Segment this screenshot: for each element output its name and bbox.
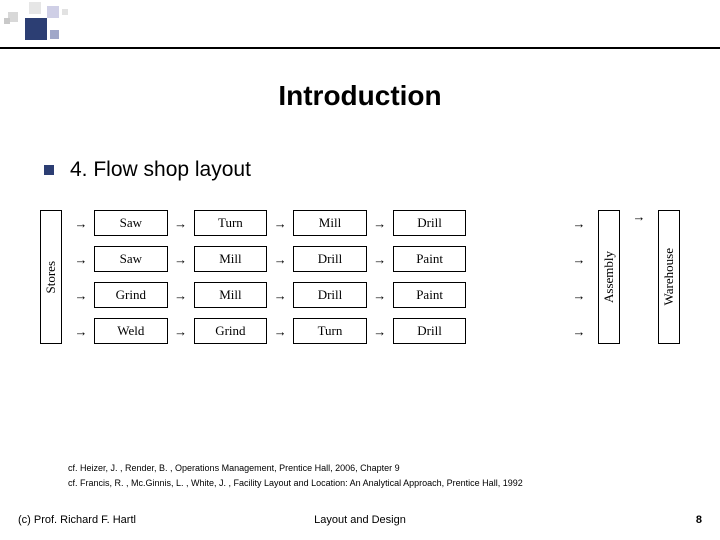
footer: (c) Prof. Richard F. Hartl Layout and De… [0,514,720,526]
arrow-icon: → [267,325,293,338]
page-title: Introduction [0,80,720,112]
deco-square [62,9,68,15]
process-box: Drill [393,210,467,236]
warehouse-label: Warehouse [661,248,677,305]
arrow-icon: → [168,217,194,230]
process-box: Turn [293,318,367,344]
deco-square [29,2,41,14]
process-box: Paint [393,282,467,308]
bullet-text: 4. Flow shop layout [70,158,251,182]
arrow-gap [466,253,492,266]
process-box: Drill [393,318,467,344]
empty-slot [492,210,566,236]
reference-line: cf. Heizer, J. , Render, B. , Operations… [68,461,690,475]
arrow-icon: → [68,289,94,302]
process-box: Paint [393,246,467,272]
top-divider [0,47,720,49]
arrow-icon: → [168,325,194,338]
reference-line: cf. Francis, R. , Mc.Ginnis, L. , White,… [68,476,690,490]
process-line: →Grind→Mill→Drill→Paint → [68,282,592,308]
assembly-label: Assembly [601,251,617,303]
bullet-icon [44,165,54,175]
process-box: Mill [194,246,268,272]
arrow-icon: → [68,253,94,266]
footer-left: (c) Prof. Richard F. Hartl [18,514,246,526]
arrow-icon: → [367,217,393,230]
arrow-icon: → [626,210,652,344]
arrow-icon: → [367,289,393,302]
arrow-icon: → [367,325,393,338]
arrow-icon: → [566,325,592,338]
arrow-icon: → [566,289,592,302]
process-box: Mill [293,210,367,236]
arrow-icon: → [68,325,94,338]
process-box: Grind [94,282,168,308]
empty-slot [492,318,566,344]
bullet-item: 4. Flow shop layout [44,158,251,182]
process-box: Drill [293,246,367,272]
assembly-block: Assembly [598,210,620,344]
stores-block: Stores [40,210,62,344]
warehouse-block: Warehouse [658,210,680,344]
process-box: Drill [293,282,367,308]
stores-label: Stores [43,261,59,294]
process-box: Saw [94,246,168,272]
process-line: →Weld→Grind→Turn→Drill → [68,318,592,344]
arrow-icon: → [367,253,393,266]
process-box: Grind [194,318,268,344]
arrow-icon: → [566,217,592,230]
process-box: Weld [94,318,168,344]
process-box: Turn [194,210,268,236]
arrow-icon: → [267,289,293,302]
references: cf. Heizer, J. , Render, B. , Operations… [68,461,690,490]
page-number: 8 [474,514,702,526]
arrow-icon: → [68,217,94,230]
arrow-gap [466,289,492,302]
process-line: →Saw→Mill→Drill→Paint → [68,246,592,272]
arrow-gap [466,217,492,230]
deco-square [50,30,59,39]
arrow-icon: → [267,217,293,230]
deco-square [47,6,59,18]
process-box: Saw [94,210,168,236]
arrow-gap [466,325,492,338]
footer-center: Layout and Design [314,514,406,526]
flow-shop-diagram: Stores →Saw→Turn→Mill→Drill →→Saw→Mill→D… [40,210,680,344]
arrow-icon: → [566,253,592,266]
deco-square [4,18,10,24]
process-box: Mill [194,282,268,308]
deco-square [25,18,47,40]
slide: Introduction 4. Flow shop layout Stores … [0,0,720,540]
process-grid: →Saw→Turn→Mill→Drill →→Saw→Mill→Drill→Pa… [68,210,592,344]
empty-slot [492,282,566,308]
arrow-icon: → [267,253,293,266]
empty-slot [492,246,566,272]
arrow-icon: → [168,253,194,266]
arrow-icon: → [168,289,194,302]
decorative-squares [0,0,130,60]
process-line: →Saw→Turn→Mill→Drill → [68,210,592,236]
